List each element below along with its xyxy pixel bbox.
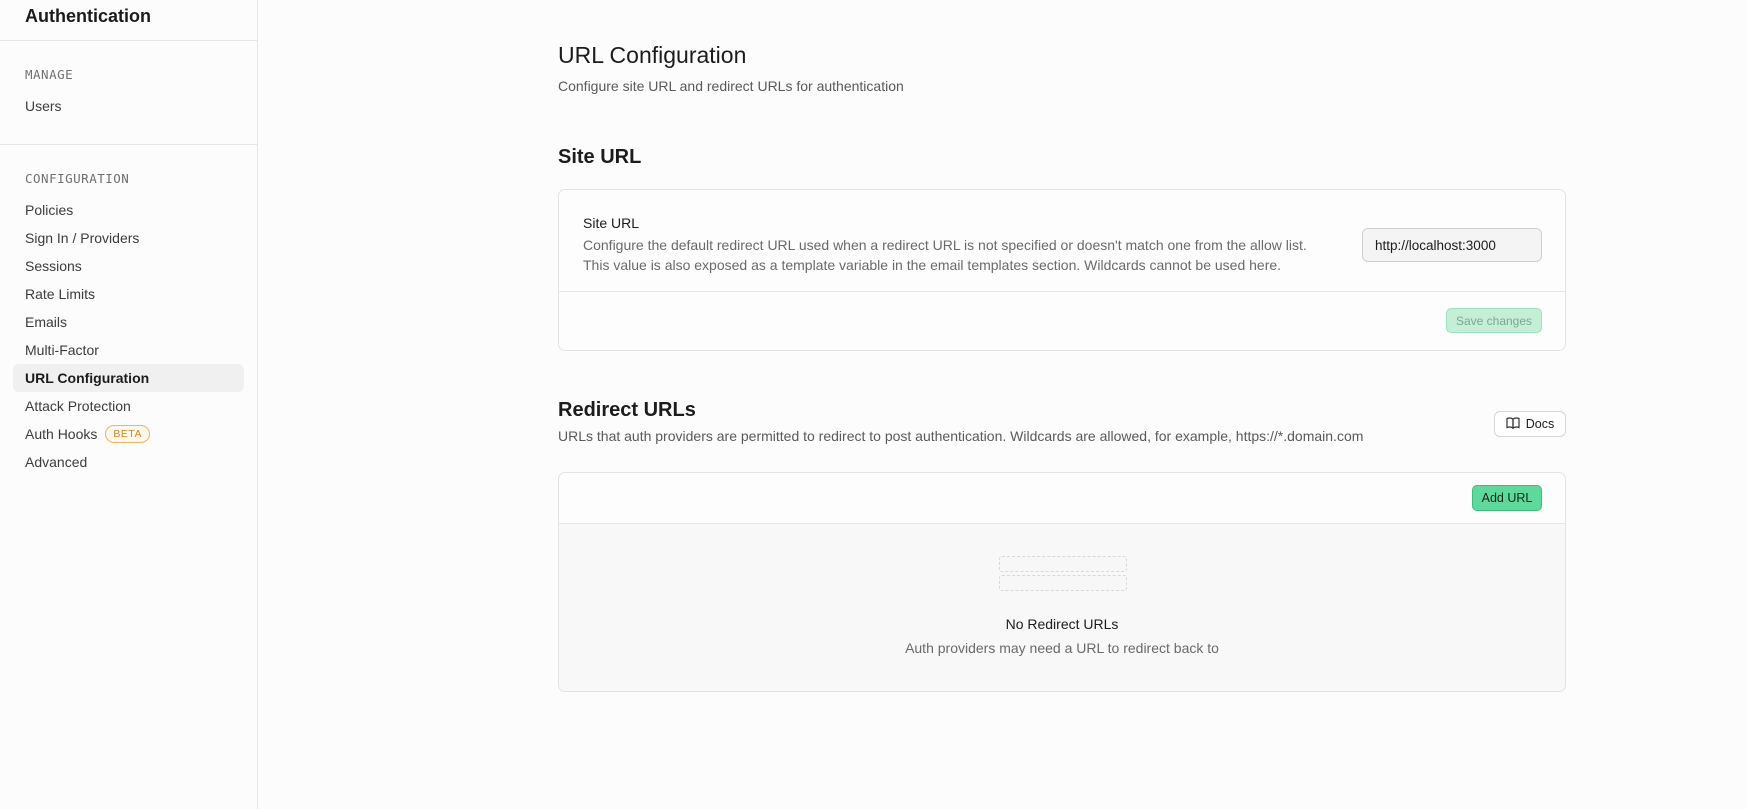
sidebar-item-label: Rate Limits xyxy=(25,286,96,302)
sidebar-item-sessions[interactable]: Sessions xyxy=(13,252,244,280)
docs-button[interactable]: Docs xyxy=(1494,411,1566,437)
page-title: URL Configuration xyxy=(558,42,747,68)
sidebar-item-advanced[interactable]: Advanced xyxy=(13,448,244,476)
sidebar-section-configuration: CONFIGURATION Policies Sign In / Provide… xyxy=(0,145,257,500)
site-url-field-title: Site URL xyxy=(583,215,640,231)
empty-state-placeholder xyxy=(999,575,1127,591)
site-url-row: Site URL Configure the default redirect … xyxy=(559,190,1565,292)
sidebar-item-label: Sessions xyxy=(25,258,82,274)
sidebar-item-policies[interactable]: Policies xyxy=(13,196,244,224)
page-subtitle: Configure site URL and redirect URLs for… xyxy=(558,78,904,94)
redirect-urls-card: Add URL No Redirect URLs Auth providers … xyxy=(558,472,1566,692)
docs-button-label: Docs xyxy=(1525,417,1555,431)
add-url-button[interactable]: Add URL xyxy=(1472,485,1542,511)
sidebar-item-label: Sign In / Providers xyxy=(25,230,140,246)
redirect-urls-section-title: Redirect URLs xyxy=(558,399,696,421)
sidebar-item-attack-protection[interactable]: Attack Protection xyxy=(13,392,244,420)
empty-state-title: No Redirect URLs xyxy=(1005,616,1119,632)
save-changes-button[interactable]: Save changes xyxy=(1446,308,1542,333)
sidebar-item-label: Users xyxy=(25,98,62,114)
sidebar-item-label: Auth Hooks xyxy=(25,426,98,442)
sidebar-item-label: URL Configuration xyxy=(25,370,150,386)
site-url-input[interactable] xyxy=(1362,228,1542,262)
section-label-manage: MANAGE xyxy=(25,67,74,82)
site-url-section-title: Site URL xyxy=(558,146,642,168)
redirect-urls-description: URLs that auth providers are permitted t… xyxy=(558,428,1364,444)
sidebar-item-users[interactable]: Users xyxy=(13,92,244,120)
sidebar-item-auth-hooks[interactable]: Auth Hooks BETA xyxy=(13,420,244,448)
sidebar-item-rate-limits[interactable]: Rate Limits xyxy=(13,280,244,308)
sidebar-section-manage: MANAGE Users xyxy=(0,41,257,145)
sidebar-item-label: Advanced xyxy=(25,454,88,470)
sidebar-item-multi-factor[interactable]: Multi-Factor xyxy=(13,336,244,364)
site-url-description: Configure the default redirect URL used … xyxy=(583,235,1343,275)
sidebar-item-label: Policies xyxy=(25,202,74,218)
sidebar-item-sign-in-providers[interactable]: Sign In / Providers xyxy=(13,224,244,252)
sidebar-item-emails[interactable]: Emails xyxy=(13,308,244,336)
site-url-description-line-1: Configure the default redirect URL used … xyxy=(583,237,1307,253)
site-url-description-line-2: This value is also exposed as a template… xyxy=(583,257,1282,273)
sidebar-title: Authentication xyxy=(25,6,151,26)
sidebar-header: Authentication xyxy=(0,0,257,41)
sidebar-item-label: Emails xyxy=(25,314,68,330)
empty-state-description: Auth providers may need a URL to redirec… xyxy=(905,640,1219,656)
beta-badge: BETA xyxy=(105,425,151,443)
site-url-card: Site URL Configure the default redirect … xyxy=(558,189,1566,351)
sidebar: Authentication MANAGE Users CONFIGURATIO… xyxy=(0,0,258,809)
empty-state-placeholder xyxy=(999,556,1127,572)
sidebar-item-url-configuration[interactable]: URL Configuration xyxy=(13,364,244,392)
sidebar-item-label: Attack Protection xyxy=(25,398,131,414)
section-label-configuration: CONFIGURATION xyxy=(25,171,130,186)
sidebar-item-label: Multi-Factor xyxy=(25,342,99,358)
redirect-urls-toolbar: Add URL xyxy=(559,473,1565,524)
book-open-icon xyxy=(1506,416,1520,432)
